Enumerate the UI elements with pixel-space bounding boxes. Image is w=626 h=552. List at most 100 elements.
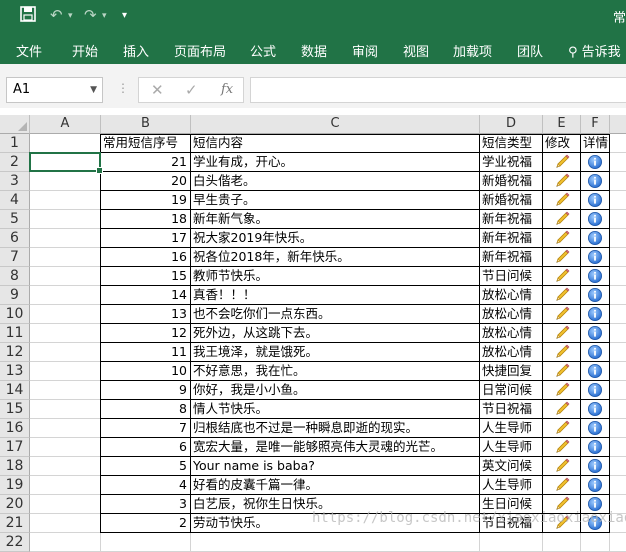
cell-edit[interactable] bbox=[543, 248, 581, 267]
cell-detail[interactable] bbox=[581, 362, 610, 381]
row-header[interactable]: 20 bbox=[0, 495, 30, 514]
tab-review[interactable]: 审阅 bbox=[352, 41, 378, 60]
cell-seq[interactable]: 12 bbox=[101, 324, 191, 343]
info-icon[interactable] bbox=[587, 515, 603, 531]
cell-seq[interactable]: 19 bbox=[101, 191, 191, 210]
header-cell-edit[interactable]: 修改 bbox=[543, 134, 581, 153]
pencil-icon[interactable] bbox=[554, 496, 570, 512]
column-header-b[interactable]: B bbox=[101, 115, 191, 134]
header-cell-seq[interactable]: 常用短信序号 bbox=[101, 134, 191, 153]
cell-detail[interactable] bbox=[581, 419, 610, 438]
tab-formulas[interactable]: 公式 bbox=[250, 41, 276, 60]
cell-edit[interactable] bbox=[543, 305, 581, 324]
cell[interactable] bbox=[30, 362, 101, 381]
pencil-icon[interactable] bbox=[554, 515, 570, 531]
info-icon[interactable] bbox=[587, 211, 603, 227]
info-icon[interactable] bbox=[587, 382, 603, 398]
pencil-icon[interactable] bbox=[554, 363, 570, 379]
info-icon[interactable] bbox=[587, 401, 603, 417]
resize-handle-icon[interactable]: ⋮ bbox=[117, 81, 129, 95]
pencil-icon[interactable] bbox=[554, 420, 570, 436]
cell-type[interactable]: 新年祝福 bbox=[480, 248, 543, 267]
cell[interactable] bbox=[610, 153, 626, 172]
cell[interactable] bbox=[30, 153, 101, 172]
pencil-icon[interactable] bbox=[554, 306, 570, 322]
header-cell-type[interactable]: 短信类型 bbox=[480, 134, 543, 153]
cell-type[interactable]: 学业祝福 bbox=[480, 153, 543, 172]
cell-type[interactable]: 快捷回复 bbox=[480, 362, 543, 381]
cell-edit[interactable] bbox=[543, 362, 581, 381]
cell-edit[interactable] bbox=[543, 514, 581, 533]
cell[interactable] bbox=[610, 533, 626, 552]
cell[interactable] bbox=[480, 533, 543, 552]
select-all-corner[interactable] bbox=[0, 115, 30, 134]
cell-content[interactable]: 好看的皮囊千篇一律。 bbox=[191, 476, 480, 495]
row-header[interactable]: 6 bbox=[0, 229, 30, 248]
tab-insert[interactable]: 插入 bbox=[123, 41, 149, 60]
row-header[interactable]: 22 bbox=[0, 533, 30, 552]
row-header[interactable]: 21 bbox=[0, 514, 30, 533]
pencil-icon[interactable] bbox=[554, 325, 570, 341]
cell-seq[interactable]: 9 bbox=[101, 381, 191, 400]
cell-type[interactable]: 新婚祝福 bbox=[480, 191, 543, 210]
cell[interactable] bbox=[30, 210, 101, 229]
cell-detail[interactable] bbox=[581, 324, 610, 343]
cell[interactable] bbox=[610, 343, 626, 362]
pencil-icon[interactable] bbox=[554, 458, 570, 474]
undo-icon[interactable]: ↶ bbox=[50, 6, 63, 24]
cell[interactable] bbox=[610, 495, 626, 514]
info-icon[interactable] bbox=[587, 192, 603, 208]
cell-content[interactable]: Your name is baba? bbox=[191, 457, 480, 476]
info-icon[interactable] bbox=[587, 173, 603, 189]
info-icon[interactable] bbox=[587, 230, 603, 246]
cell[interactable] bbox=[30, 229, 101, 248]
cell[interactable] bbox=[610, 476, 626, 495]
cell-detail[interactable] bbox=[581, 514, 610, 533]
tab-view[interactable]: 视图 bbox=[403, 41, 429, 60]
cell-content[interactable]: 真香！！！ bbox=[191, 286, 480, 305]
tab-home[interactable]: 开始 bbox=[72, 41, 98, 60]
cell[interactable] bbox=[610, 362, 626, 381]
cell-edit[interactable] bbox=[543, 210, 581, 229]
insert-function-icon[interactable]: fx bbox=[221, 82, 233, 97]
cell-type[interactable]: 生日问候 bbox=[480, 495, 543, 514]
cell-type[interactable]: 英文问候 bbox=[480, 457, 543, 476]
cell-edit[interactable] bbox=[543, 324, 581, 343]
info-icon[interactable] bbox=[587, 287, 603, 303]
cell[interactable] bbox=[610, 400, 626, 419]
cell-detail[interactable] bbox=[581, 381, 610, 400]
cell-edit[interactable] bbox=[543, 343, 581, 362]
cell-content[interactable]: 我王境泽，就是饿死。 bbox=[191, 343, 480, 362]
cell-seq[interactable]: 2 bbox=[101, 514, 191, 533]
cell-content[interactable]: 早生贵子。 bbox=[191, 191, 480, 210]
tab-addins[interactable]: 加载项 bbox=[453, 41, 492, 60]
formula-input[interactable] bbox=[250, 77, 626, 103]
cell-seq[interactable]: 21 bbox=[101, 153, 191, 172]
redo-icon[interactable]: ↷ bbox=[84, 6, 97, 24]
cell-type[interactable]: 日常问候 bbox=[480, 381, 543, 400]
cell-seq[interactable]: 10 bbox=[101, 362, 191, 381]
cell[interactable] bbox=[610, 438, 626, 457]
cell-edit[interactable] bbox=[543, 438, 581, 457]
cell-type[interactable]: 人生导师 bbox=[480, 419, 543, 438]
customize-qat-icon[interactable]: ▾ bbox=[122, 10, 127, 21]
cell-detail[interactable] bbox=[581, 248, 610, 267]
info-icon[interactable] bbox=[587, 477, 603, 493]
row-header[interactable]: 5 bbox=[0, 210, 30, 229]
cell-content[interactable]: 劳动节快乐。 bbox=[191, 514, 480, 533]
cell[interactable] bbox=[610, 191, 626, 210]
header-cell-detail[interactable]: 详情 bbox=[581, 134, 610, 153]
save-icon[interactable] bbox=[20, 6, 36, 26]
row-header[interactable]: 14 bbox=[0, 381, 30, 400]
cell[interactable] bbox=[30, 248, 101, 267]
row-header[interactable]: 3 bbox=[0, 172, 30, 191]
cell-detail[interactable] bbox=[581, 191, 610, 210]
row-header[interactable]: 10 bbox=[0, 305, 30, 324]
pencil-icon[interactable] bbox=[554, 211, 570, 227]
cell-edit[interactable] bbox=[543, 400, 581, 419]
redo-dropdown-icon[interactable]: ▾ bbox=[102, 11, 107, 21]
row-header[interactable]: 8 bbox=[0, 267, 30, 286]
info-icon[interactable] bbox=[587, 363, 603, 379]
cell-edit[interactable] bbox=[543, 419, 581, 438]
cell-content[interactable]: 归根结底也不过是一种瞬息即逝的现实。 bbox=[191, 419, 480, 438]
